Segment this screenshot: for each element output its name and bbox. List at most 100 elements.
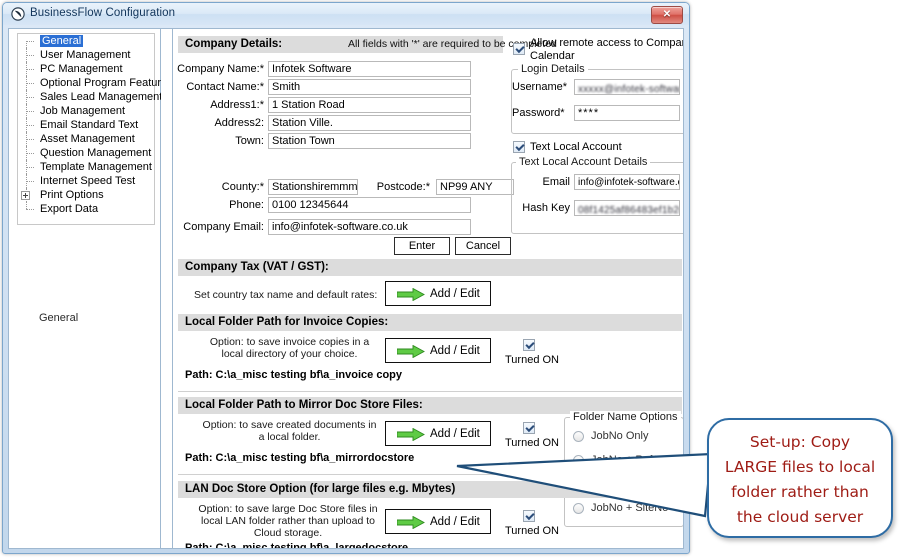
- sidebar-item-label: Print Options: [40, 189, 104, 201]
- expand-icon[interactable]: [21, 191, 30, 200]
- password-label: Password*: [512, 107, 565, 119]
- configuration-window: BusinessFlow Configuration ✕ General User…: [2, 2, 690, 554]
- text-local-details-group: [511, 162, 683, 234]
- postcode-input[interactable]: NP99 ANY: [436, 179, 514, 195]
- folder-option-radio-jobno-only[interactable]: [573, 431, 584, 442]
- navigation-sidebar: General User Management PC Management Optio…: [9, 29, 173, 548]
- sidebar-item-question-management[interactable]: Question Management: [18, 146, 154, 160]
- county-input[interactable]: Stationshiremmmm: [268, 179, 358, 195]
- folder-option-radio-jobno-siteno[interactable]: [573, 503, 584, 514]
- sidebar-item-optional-program-features[interactable]: Optional Program Features: [18, 76, 173, 90]
- lan-doc-store-header: LAN Doc Store Option (for large files e.…: [178, 481, 682, 498]
- phone-input[interactable]: 0100 12345644: [268, 197, 471, 213]
- text-local-account-checkbox[interactable]: [513, 141, 525, 153]
- section-divider: [178, 391, 682, 392]
- username-label: Username*: [512, 81, 568, 93]
- tree-dash: [26, 41, 34, 43]
- text-local-email-input[interactable]: info@infotek-software.co.u: [574, 174, 680, 190]
- screenshot-root: BusinessFlow Configuration ✕ General User…: [0, 0, 905, 560]
- sidebar-item-user-management[interactable]: User Management: [18, 48, 154, 62]
- company-tax-description: Set country tax name and default rates:: [194, 289, 378, 301]
- sidebar-item-label: Sales Lead Management: [40, 91, 163, 103]
- settings-tree[interactable]: General User Management PC Management Optio…: [17, 33, 173, 225]
- businessflow-logo-icon: [11, 7, 25, 21]
- folder-option-label: JobNo Only: [591, 430, 649, 442]
- company-tax-header: Company Tax (VAT / GST):: [178, 259, 682, 276]
- sidebar-item-asset-management[interactable]: Asset Management: [18, 132, 154, 146]
- close-button[interactable]: ✕: [651, 6, 683, 24]
- green-arrow-icon: [397, 428, 425, 441]
- window-titlebar: BusinessFlow Configuration ✕: [3, 3, 689, 25]
- invoice-copies-add-edit-button[interactable]: Add / Edit: [385, 338, 491, 363]
- hash-key-input[interactable]: 08f1425af86483ef1b2ef4: [574, 200, 680, 216]
- address1-label: Address1:*: [210, 99, 264, 111]
- text-local-details-title: Text Local Account Details: [516, 156, 651, 168]
- sidebar-item-internet-speed-test[interactable]: Internet Speed Test: [18, 174, 154, 188]
- sidebar-item-label: PC Management: [40, 63, 123, 75]
- text-local-email-label: Email: [542, 176, 570, 188]
- login-details-title: Login Details: [518, 63, 588, 75]
- town-label: Town:: [235, 135, 264, 147]
- address2-input[interactable]: Station Ville.: [268, 115, 471, 131]
- company-email-input[interactable]: info@infotek-software.co.uk: [268, 219, 471, 235]
- mirror-doc-store-path: Path: C:\a_misc testing bf\a_mirrordocst…: [185, 452, 415, 464]
- sidebar-item-label: Template Management: [40, 161, 152, 173]
- password-input[interactable]: ****: [574, 105, 680, 121]
- mirror-doc-store-description: Option: to save created documents in a l…: [202, 419, 377, 443]
- sidebar-item-label: Asset Management: [40, 133, 135, 145]
- sidebar-item-label: Export Data: [40, 203, 99, 215]
- company-tax-add-edit-label: Add / Edit: [430, 288, 480, 300]
- folder-option-label: JobNo + Ref1: [591, 454, 659, 466]
- sidebar-item-template-management[interactable]: Template Management: [18, 160, 154, 174]
- green-arrow-icon: [397, 345, 425, 358]
- folder-option-radio-jobno-ref1[interactable]: [573, 455, 584, 466]
- sidebar-item-pc-management[interactable]: PC Management: [18, 62, 154, 76]
- window-title: BusinessFlow Configuration: [30, 7, 176, 19]
- company-details-title: Company Details:: [185, 38, 283, 50]
- company-name-input[interactable]: Infotek Software: [268, 61, 471, 77]
- sidebar-item-label: User Management: [40, 49, 131, 61]
- tree-dash: [26, 139, 34, 141]
- close-icon: ✕: [662, 9, 672, 20]
- sidebar-item-export-data[interactable]: Export Data: [18, 202, 154, 216]
- invoice-copies-toggle-label: Turned ON: [505, 354, 560, 366]
- sidebar-item-email-standard-text[interactable]: Email Standard Text: [18, 118, 154, 132]
- mirror-doc-store-toggle-checkbox[interactable]: [523, 422, 535, 434]
- invoice-copies-toggle-checkbox[interactable]: [523, 339, 535, 351]
- allow-remote-access-checkbox[interactable]: [513, 43, 525, 55]
- invoice-copies-path: Path: C:\a_misc testing bf\a_invoice cop…: [185, 369, 403, 381]
- lan-doc-store-toggle-checkbox[interactable]: [523, 510, 535, 522]
- contact-name-label: Contact Name:*: [186, 81, 264, 93]
- cancel-button[interactable]: Cancel: [455, 237, 511, 255]
- lan-doc-store-add-edit-button[interactable]: Add / Edit: [385, 509, 491, 534]
- callout-line-4: the cloud server: [736, 508, 864, 526]
- town-input[interactable]: Station Town: [268, 133, 471, 149]
- tree-dash: [26, 111, 34, 113]
- username-value: xxxxx@infotek-software.co.uk: [578, 84, 680, 95]
- mirror-doc-store-add-edit-button[interactable]: Add / Edit: [385, 421, 491, 446]
- contact-name-input[interactable]: Smith: [268, 79, 471, 95]
- company-tax-add-edit-button[interactable]: Add / Edit: [385, 281, 491, 306]
- enter-button[interactable]: Enter: [394, 237, 450, 255]
- sidebar-item-print-options[interactable]: Print Options: [18, 188, 154, 202]
- sidebar-item-general[interactable]: General: [18, 34, 154, 48]
- tree-dash: [26, 69, 34, 71]
- sidebar-item-job-management[interactable]: Job Management: [18, 104, 154, 118]
- sidebar-item-label: Job Management: [40, 105, 125, 117]
- allow-remote-access-label-line1: Allow remote access to Company: [530, 37, 683, 49]
- sidebar-item-sales-lead-management[interactable]: Sales Lead Management: [18, 90, 162, 104]
- green-arrow-icon: [397, 516, 425, 529]
- invoice-copies-header: Local Folder Path for Invoice Copies:: [178, 314, 682, 331]
- tree-dash: [26, 181, 34, 183]
- company-email-label: Company Email:: [183, 221, 264, 233]
- tree-dash: [26, 153, 34, 155]
- sidebar-item-label: General: [40, 35, 84, 47]
- lan-doc-store-add-edit-label: Add / Edit: [430, 516, 480, 528]
- window-client-area: General User Management PC Management Optio…: [8, 28, 684, 549]
- address1-input[interactable]: 1 Station Road: [268, 97, 471, 113]
- invoice-copies-add-edit-label: Add / Edit: [430, 345, 480, 357]
- username-input[interactable]: xxxxx@infotek-software.co.uk: [574, 79, 680, 95]
- tree-dash: [26, 83, 34, 85]
- tree-dash: [26, 167, 34, 169]
- settings-content-panel: Company Details: All fields with '*' are…: [174, 29, 683, 548]
